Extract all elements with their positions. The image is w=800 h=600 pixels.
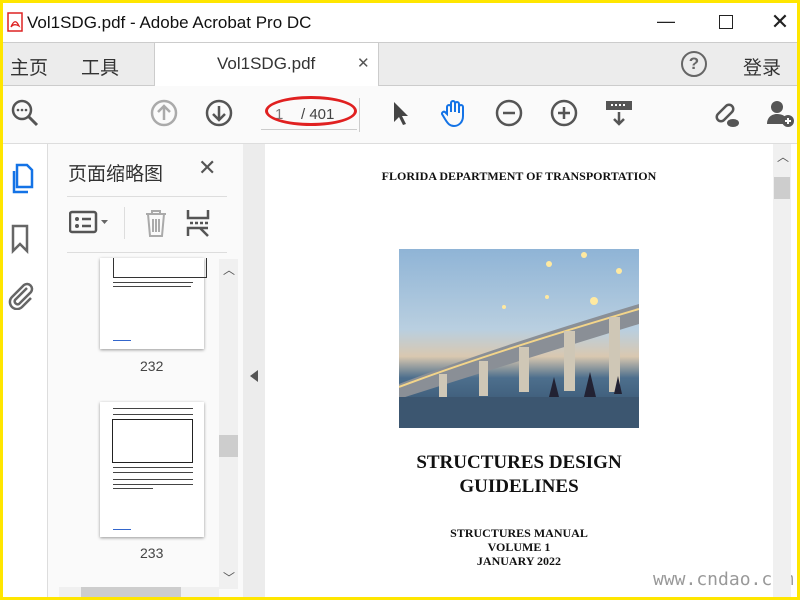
doc-header: FLORIDA DEPARTMENT OF TRANSPORTATION (381, 169, 657, 183)
panel-collapse-strip[interactable] (243, 144, 265, 597)
tab-tools[interactable]: 工具 (81, 53, 119, 80)
document-tab-label: Vol1SDG.pdf (217, 54, 316, 73)
tab-home[interactable]: 主页 (10, 53, 48, 80)
attachment-icon[interactable] (7, 280, 35, 310)
share-link-icon[interactable] (710, 98, 740, 128)
doc-scroll-up-icon[interactable]: ︿ (777, 148, 789, 165)
doc-scroll-thumb[interactable] (774, 177, 790, 199)
close-panel-icon[interactable]: ✕ (198, 155, 216, 181)
tab-document[interactable]: Vol1SDG.pdf ✕ (154, 43, 379, 86)
document-scrollbar[interactable]: ︿ (773, 144, 791, 597)
help-icon[interactable]: ? (681, 51, 707, 77)
zoom-out-icon[interactable] (494, 98, 524, 128)
previous-page-icon[interactable] (149, 98, 179, 128)
scroll-down-icon[interactable]: ﹀ (223, 569, 235, 586)
page-thumbnails-icon[interactable] (8, 162, 34, 198)
tab-bar: 主页 工具 Vol1SDG.pdf ✕ ? 登录 (3, 42, 797, 86)
select-cursor-icon[interactable] (385, 98, 415, 128)
panel-title: 页面缩略图 (68, 164, 164, 185)
divider (359, 98, 360, 132)
left-rail (3, 144, 48, 597)
window-title: Vol1SDG.pdf - Adobe Acrobat Pro DC (27, 13, 312, 32)
horizontal-scrollbar[interactable] (59, 587, 219, 597)
scroll-thumb[interactable] (219, 435, 238, 457)
delete-page-icon[interactable] (144, 208, 168, 238)
hand-tool-icon[interactable] (439, 98, 469, 128)
thumbnail-panel: 页面缩略图 ✕ 232 233 ︿ ﹀ (48, 144, 243, 597)
fill-sign-icon[interactable] (604, 98, 634, 128)
thumbnail-figure (112, 419, 193, 463)
thumbnail-table (113, 258, 207, 278)
doc-subtitle-manual: STRUCTURES MANUAL (450, 526, 588, 540)
acrobat-window: Vol1SDG.pdf - Adobe Acrobat Pro DC — ✕ 主… (3, 3, 797, 597)
acrobat-logo-icon (7, 12, 23, 32)
thumbnail-page-233[interactable] (100, 402, 204, 537)
title-bar: Vol1SDG.pdf - Adobe Acrobat Pro DC — ✕ (3, 3, 797, 42)
search-icon[interactable] (10, 98, 40, 128)
add-user-icon[interactable] (765, 98, 795, 128)
minimize-button[interactable]: — (651, 11, 681, 32)
thumbnail-options-icon[interactable] (69, 210, 111, 234)
maximize-button[interactable] (719, 15, 733, 29)
scroll-up-icon[interactable]: ︿ (223, 261, 235, 278)
close-tab-icon[interactable]: ✕ (357, 54, 370, 72)
document-view: FLORIDA DEPARTMENT OF TRANSPORTATION STR… (265, 144, 794, 597)
bookmark-icon[interactable] (10, 224, 30, 254)
doc-subtitle-date: JANUARY 2022 (476, 554, 562, 568)
doc-title-line1: STRUCTURES DESIGN (416, 452, 622, 473)
thumbnail-scrollbar[interactable]: ︿ ﹀ (219, 259, 238, 589)
h-scroll-thumb[interactable] (81, 587, 181, 597)
doc-title-line2: GUIDELINES (459, 476, 579, 497)
highlight-oval (265, 96, 357, 126)
zoom-in-icon[interactable] (549, 98, 579, 128)
extract-page-icon[interactable] (186, 208, 210, 238)
signin-button[interactable]: 登录 (743, 53, 781, 80)
close-window-button[interactable]: ✕ (765, 9, 795, 35)
divider (124, 207, 125, 239)
divider (67, 252, 227, 253)
bridge-illustration (399, 252, 639, 428)
divider (67, 196, 227, 197)
thumbnail-label: 233 (140, 545, 164, 561)
collapse-arrow-icon[interactable] (250, 370, 258, 382)
next-page-icon[interactable] (204, 98, 234, 128)
thumbnail-page-232[interactable] (100, 258, 207, 349)
toolbar: 1 / 401 (3, 86, 797, 144)
cover-photo-bridge (399, 249, 639, 428)
thumbnail-label: 232 (140, 358, 164, 374)
doc-subtitle-volume: VOLUME 1 (487, 540, 551, 554)
